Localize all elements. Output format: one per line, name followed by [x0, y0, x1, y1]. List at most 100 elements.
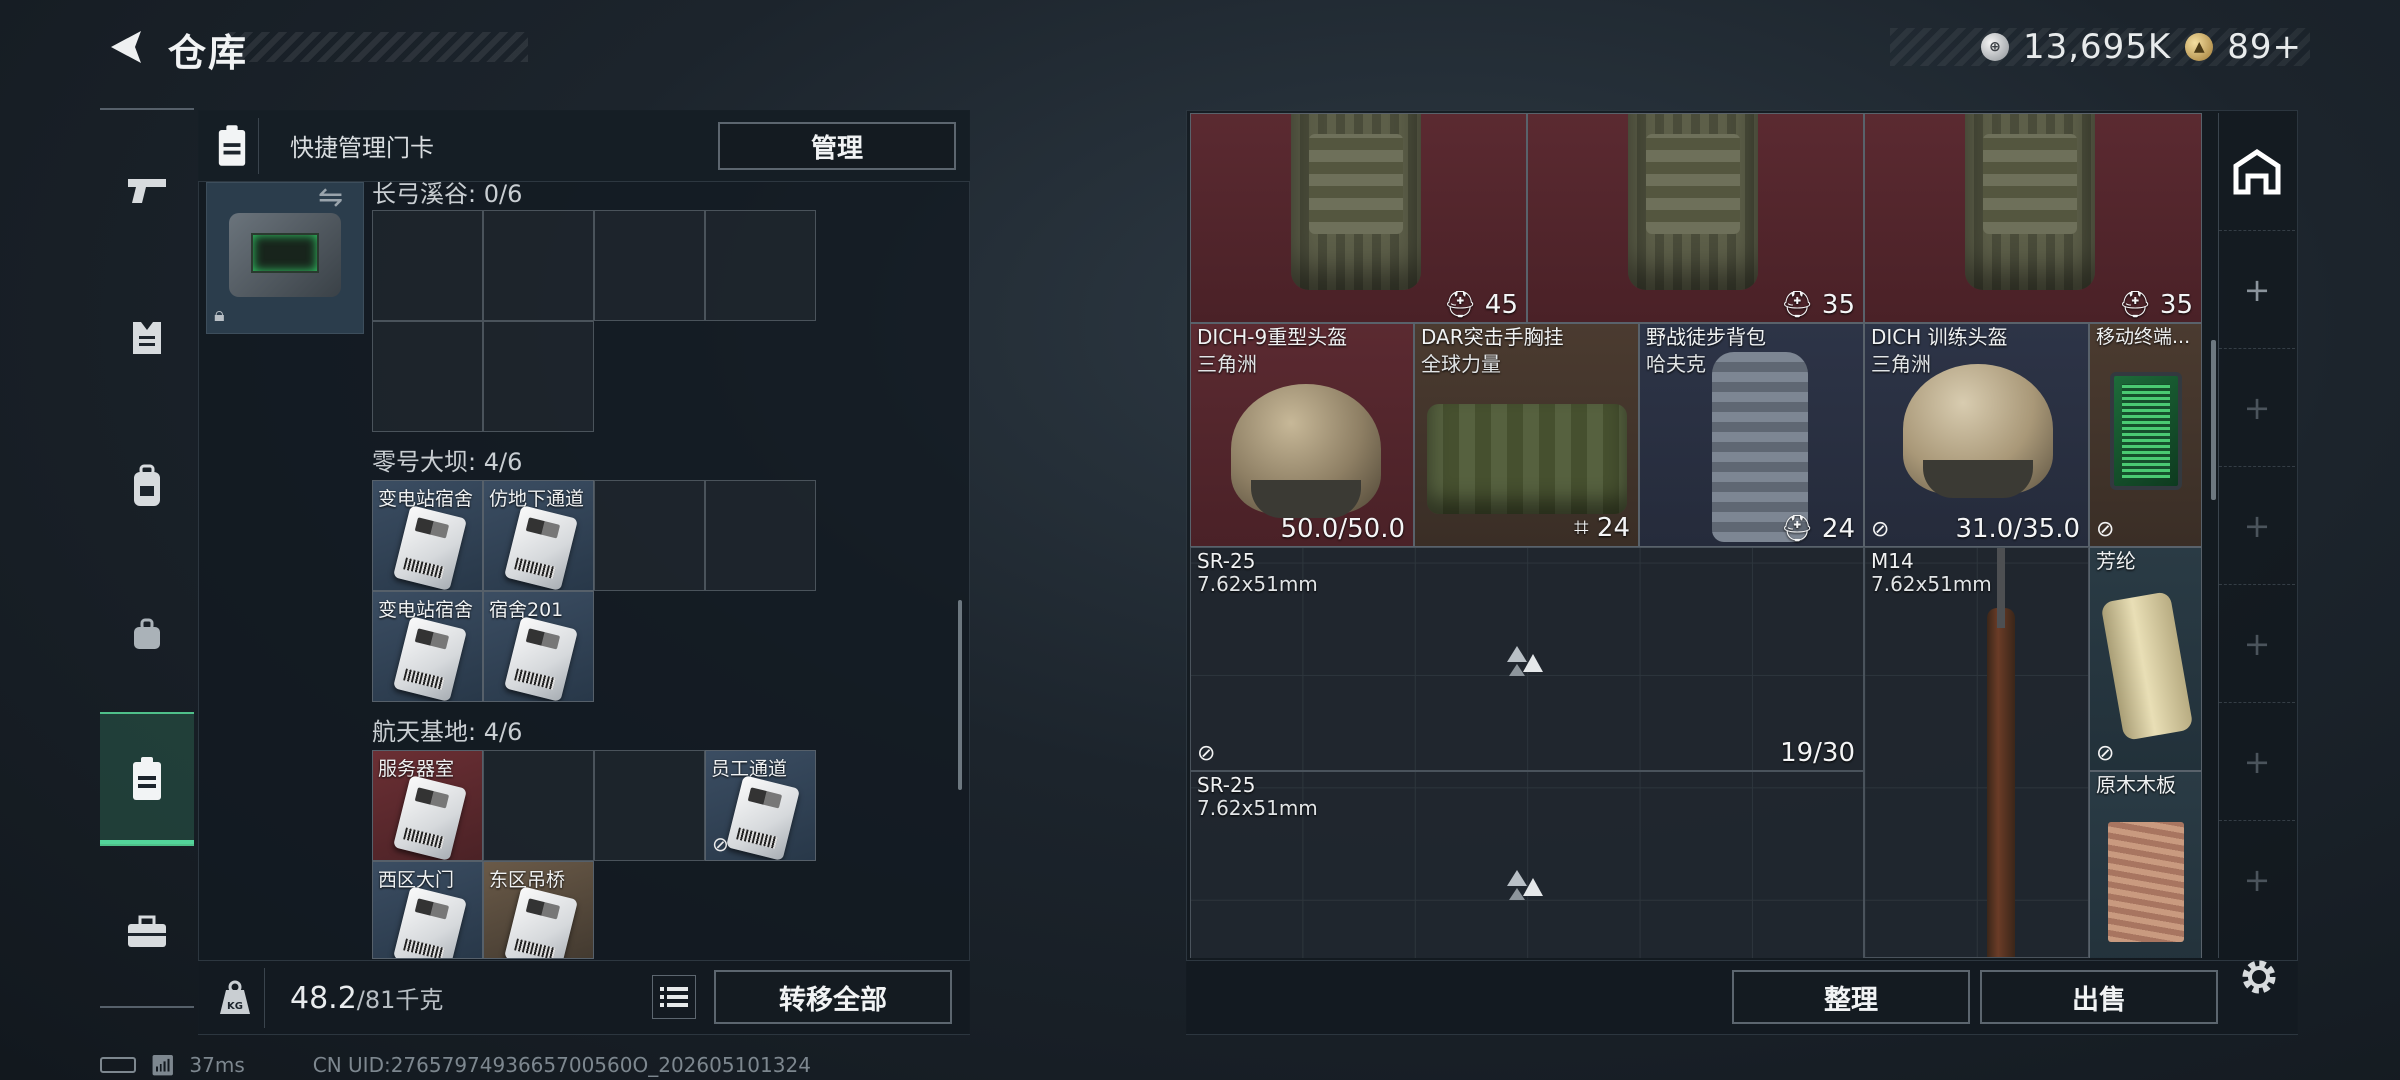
keycard-item[interactable]: 变电站宿舍 — [372, 591, 483, 702]
svg-text:KG: KG — [227, 1001, 243, 1012]
delta-logo-icon — [1507, 870, 1543, 900]
nav-rig[interactable] — [100, 574, 194, 694]
stash-item-wood-plank[interactable]: 原木木板 — [2089, 771, 2202, 958]
stash-item-vest[interactable]: ⛑ 45 — [1190, 113, 1527, 323]
empty-slot[interactable] — [372, 210, 483, 321]
uid-text: CN UID:2765797493665700560O_202605101324 — [312, 1053, 811, 1077]
empty-slot[interactable] — [483, 750, 594, 861]
terminal-image — [2110, 372, 2182, 490]
aramid-roll-image — [2100, 590, 2194, 742]
empty-slot[interactable] — [594, 210, 705, 321]
stash-item-rifle-m14[interactable]: M14 7.62x51mm — [1864, 547, 2089, 958]
keycard-panel-scrollbar[interactable] — [958, 600, 962, 790]
keycard-name: 变电站宿舍 — [378, 599, 474, 621]
stash-item-rifle-sr25[interactable]: SR-25 7.62x51mm — [1190, 771, 1864, 958]
keycard-case-image — [229, 213, 341, 297]
ammo-count: 19/30 — [1780, 738, 1855, 768]
delta-logo-icon — [1507, 646, 1543, 676]
transfer-all-button[interactable]: 转移全部 — [714, 970, 952, 1024]
item-name: 野战徒步背包 — [1646, 325, 1766, 349]
no-insurance-icon: ⊘ — [1871, 517, 1890, 542]
keycard-item[interactable]: 宿舍201 — [483, 591, 594, 702]
item-durability: ⛑ 35 — [2118, 290, 2193, 320]
stash-item-terminal[interactable]: 移动终端... ⊘ — [2089, 323, 2202, 547]
nav-keycards[interactable] — [100, 712, 194, 846]
empty-slot[interactable] — [483, 210, 594, 321]
item-value: 35 — [1821, 290, 1855, 320]
item-name: SR-25 — [1197, 549, 1256, 573]
sort-button[interactable]: 整理 — [1732, 970, 1970, 1024]
stash-item-vest[interactable]: ⛑ 35 — [1527, 113, 1864, 323]
gold-currency-value[interactable]: 89+ — [2227, 27, 2302, 67]
keycard-image — [503, 886, 579, 958]
stash-item-vest[interactable]: ⛑ 35 — [1864, 113, 2202, 323]
nav-weapons[interactable] — [100, 130, 194, 250]
helmet-image — [1231, 384, 1381, 518]
keycard-item[interactable]: 仿地下通道 — [483, 480, 594, 591]
add-stash-page-button[interactable]: + — [2219, 231, 2295, 349]
stash-item-chest-rig[interactable]: DAR突击手胸挂 全球力量 ⌗ 24 — [1414, 323, 1639, 547]
keycard-item[interactable]: 变电站宿舍 — [372, 480, 483, 591]
empty-slot[interactable] — [372, 321, 483, 432]
swap-icon[interactable]: ⇋ — [318, 180, 343, 215]
no-insurance-icon: ⊘ — [1197, 741, 1216, 766]
keycard-image — [392, 616, 468, 701]
keycard-icon — [133, 757, 161, 800]
list-view-button[interactable] — [652, 975, 696, 1019]
item-brand: 全球力量 — [1421, 352, 1501, 376]
empty-slot[interactable] — [594, 750, 705, 861]
stash-item-aramid[interactable]: 芳纶 ⊘ — [2089, 547, 2202, 771]
nav-toolbox[interactable] — [100, 872, 194, 992]
sell-button[interactable]: 出售 — [1980, 970, 2218, 1024]
weight-icon: KG — [219, 980, 250, 1014]
list-icon — [660, 987, 688, 1007]
keycard-image — [725, 775, 801, 860]
weight-max: /81千克 — [356, 986, 444, 1014]
keycard-image — [392, 886, 468, 958]
manage-button[interactable]: 管理 — [718, 122, 956, 170]
settings-button[interactable] — [2234, 952, 2284, 1002]
stash-item-backpack[interactable]: 野战徒步背包 哈夫克 ⛑ 24 — [1639, 323, 1864, 547]
keycard-item[interactable]: 服务器室 — [372, 750, 483, 861]
chest-rig-image — [1427, 404, 1627, 514]
stash-home-icon — [2233, 148, 2281, 194]
add-stash-page-button[interactable]: + — [2219, 467, 2295, 585]
nav-backpack[interactable] — [100, 426, 194, 546]
rifle-image — [1987, 548, 2015, 957]
empty-slot[interactable] — [483, 321, 594, 432]
weight-icon-box: KG — [205, 968, 265, 1028]
empty-slot[interactable] — [594, 480, 705, 591]
stash-item-helmet[interactable]: DICH-9重型头盔 三角洲 50.0/50.0 — [1190, 323, 1414, 547]
stash-page-main[interactable] — [2219, 113, 2295, 231]
keycard-item[interactable]: 西区大门 — [372, 861, 483, 959]
add-stash-page-button[interactable]: + — [2219, 703, 2295, 821]
item-value: 24 — [1596, 513, 1630, 543]
add-stash-page-button[interactable]: + — [2219, 349, 2295, 467]
stash-scrollbar[interactable] — [2211, 340, 2216, 500]
keycard-item[interactable]: 东区吊桥 — [483, 861, 594, 959]
armor-vest-icon — [133, 322, 161, 354]
empty-slot[interactable] — [705, 210, 816, 321]
add-stash-page-button[interactable]: + — [2219, 585, 2295, 703]
stash-grid: ⛑ 45 ⛑ 35 ⛑ 35 DICH-9重型头盔 三角洲 50.0/50.0 … — [1190, 113, 2202, 958]
carry-weight: 48.2/81千克 — [290, 980, 443, 1016]
gear-icon — [2242, 960, 2276, 994]
chest-rig-icon — [134, 618, 160, 649]
gold-coin-icon: ▲ — [2185, 33, 2214, 61]
stash-item-helmet[interactable]: DICH 训练头盔 三角洲 ⊘ 31.0/35.0 — [1864, 323, 2089, 547]
silver-coin-icon: ⊕ — [1980, 33, 2009, 61]
keycard-panel-title: 快捷管理门卡 — [290, 134, 434, 162]
wifi-icon: 📶︎ — [150, 1053, 176, 1077]
currency-bar: ⊕ 13,695K ▲ 89+ — [1890, 27, 2310, 67]
item-value: 35 — [2159, 290, 2193, 320]
nav-armor[interactable] — [100, 278, 194, 398]
back-button[interactable] — [100, 22, 150, 72]
keycard-item[interactable]: 员工通道 ⊘ — [705, 750, 816, 861]
empty-slot[interactable] — [705, 480, 816, 591]
item-capacity: ⛑ 24 — [1780, 514, 1855, 544]
add-stash-page-button[interactable]: + — [2219, 821, 2295, 939]
item-value: 24 — [1821, 514, 1855, 544]
item-name: M14 — [1871, 549, 1914, 573]
keycard-header-icon-box — [205, 118, 259, 174]
stash-item-rifle-sr25[interactable]: SR-25 7.62x51mm ⊘ 19/30 — [1190, 547, 1864, 771]
